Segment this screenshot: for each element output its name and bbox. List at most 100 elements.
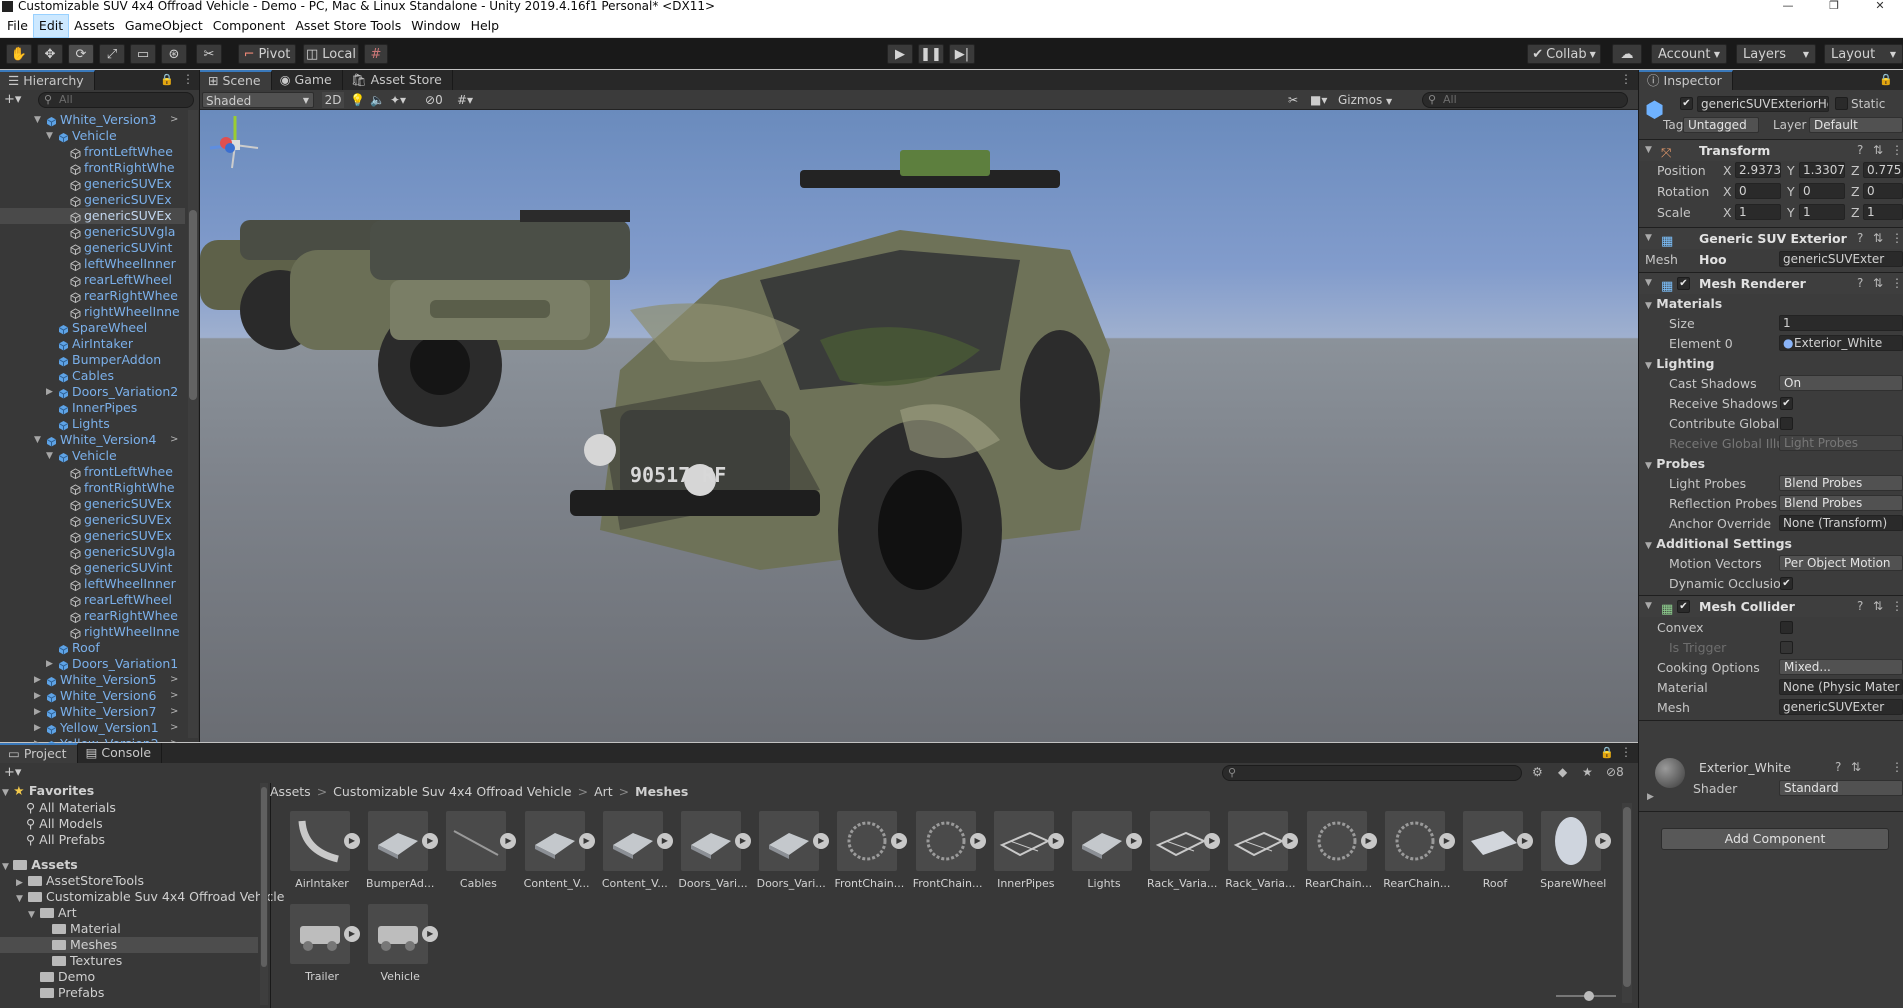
minimize-button[interactable]: —: [1765, 0, 1811, 14]
transform-tool-button[interactable]: ⊛: [161, 44, 187, 64]
asset-item[interactable]: ▶ RearChain...: [1305, 811, 1377, 891]
help-icon[interactable]: ?: [1857, 140, 1863, 161]
project-folder-row[interactable]: Meshes: [0, 937, 258, 953]
rotation-x-field[interactable]: 0: [1735, 183, 1781, 199]
asset-item[interactable]: ▶ FrontChain...: [913, 811, 986, 891]
tab-project[interactable]: ▭ Project: [0, 743, 78, 763]
lighting-toggle[interactable]: 💡: [350, 92, 365, 108]
tab-hierarchy[interactable]: ☰ Hierarchy: [0, 70, 95, 90]
shading-mode-dropdown[interactable]: Shaded ▼: [202, 92, 314, 108]
project-folder-row[interactable]: Demo: [0, 969, 258, 985]
asset-item[interactable]: ▶ Trailer: [290, 904, 360, 984]
hierarchy-row[interactable]: genericSUVEx: [0, 512, 185, 528]
collab-dropdown[interactable]: ✔ Collab ▼: [1527, 44, 1601, 64]
play-button[interactable]: ▶: [887, 44, 913, 64]
reflection-probes-dropdown[interactable]: Blend Probes: [1779, 495, 1903, 511]
expand-asset-icon[interactable]: ▶: [578, 833, 595, 849]
object-name-field[interactable]: genericSUVExteriorHo: [1697, 96, 1829, 112]
panel-divider[interactable]: [270, 783, 271, 1008]
project-folder-row[interactable]: ▼ Customizable Suv 4x4 Offroad Vehicle: [0, 889, 284, 905]
hierarchy-row[interactable]: genericSUVEx: [0, 496, 185, 512]
hierarchy-row[interactable]: rearRightWhee: [0, 288, 185, 304]
rotation-y-field[interactable]: 0: [1799, 183, 1845, 199]
asset-item[interactable]: ▶ Cables: [446, 811, 517, 891]
expand-asset-icon[interactable]: ▶: [1517, 833, 1533, 849]
breadcrumb-item-current[interactable]: Meshes: [635, 784, 688, 799]
expand-asset-icon[interactable]: ▶: [422, 926, 439, 942]
scene-viewport[interactable]: 90517 RF: [200, 110, 1638, 742]
component-menu-icon[interactable]: ⋮: [1891, 596, 1903, 617]
hierarchy-row[interactable]: frontRightWhe: [0, 160, 185, 176]
component-menu-icon[interactable]: ⋮: [1891, 228, 1903, 249]
chevron-right-icon[interactable]: >: [170, 112, 178, 128]
help-icon[interactable]: ?: [1857, 596, 1863, 617]
collider-mesh-field[interactable]: genericSUVExter: [1779, 699, 1903, 715]
layout-dropdown[interactable]: Layout ▼: [1824, 44, 1903, 64]
hierarchy-row[interactable]: genericSUVEx: [0, 176, 185, 192]
preset-icon[interactable]: ⇅: [1873, 596, 1883, 617]
expanded-arrow-icon[interactable]: ▼: [46, 128, 53, 144]
component-menu-icon[interactable]: ⋮: [1891, 273, 1903, 294]
grid-dropdown[interactable]: #▾: [457, 92, 473, 108]
lock-icon[interactable]: 🔒: [1879, 73, 1893, 86]
favorites-section[interactable]: ▼ ★ Favorites: [2, 783, 94, 799]
hierarchy-row[interactable]: ▼ White_Version3 >: [0, 112, 185, 128]
orientation-gizmo[interactable]: [200, 110, 270, 180]
asset-item[interactable]: ▶ Vehicle: [368, 904, 439, 984]
tab-asset-store[interactable]: 🛍 Asset Store: [343, 70, 453, 90]
expand-asset-icon[interactable]: ▶: [1282, 833, 1299, 849]
asset-item[interactable]: ▶ Doors_Vari...: [757, 811, 830, 891]
asset-item[interactable]: ▶ FrontChain...: [835, 811, 908, 891]
contribute-gi-checkbox[interactable]: [1780, 417, 1793, 430]
asset-item[interactable]: ▶ Doors_Vari...: [678, 811, 751, 891]
foldout-arrow-icon[interactable]: ▶: [1647, 792, 1654, 802]
hierarchy-row[interactable]: ▶ White_Version7 >: [0, 704, 185, 720]
cast-shadows-dropdown[interactable]: On: [1779, 375, 1903, 391]
hierarchy-row[interactable]: genericSUVEx: [0, 208, 185, 224]
hierarchy-row[interactable]: genericSUVEx: [0, 528, 185, 544]
mesh-filter-header[interactable]: ▼ ▦ Generic SUV Exterior Hoo ? ⇅ ⋮: [1639, 227, 1903, 267]
hidden-packages-toggle[interactable]: ⊘8: [1606, 765, 1624, 779]
hierarchy-row[interactable]: genericSUVgla: [0, 224, 185, 240]
tag-dropdown[interactable]: Untagged: [1683, 117, 1759, 133]
thumbnail-size-slider[interactable]: [1556, 991, 1616, 1001]
project-folder-row[interactable]: ▼ Art: [0, 905, 258, 921]
favorite-all-materials[interactable]: ⚲ All Materials: [26, 800, 116, 816]
convex-checkbox[interactable]: [1780, 621, 1793, 634]
expand-asset-icon[interactable]: ▶: [656, 833, 673, 849]
chevron-right-icon[interactable]: >: [170, 672, 178, 688]
asset-item[interactable]: ▶ Roof: [1463, 811, 1533, 891]
panel-menu-icon[interactable]: ⋮: [182, 72, 194, 86]
hierarchy-row[interactable]: SpareWheel: [0, 320, 185, 336]
hierarchy-row[interactable]: BumperAddon: [0, 352, 185, 368]
asset-item[interactable]: ▶ RearChain...: [1383, 811, 1455, 891]
motion-vectors-dropdown[interactable]: Per Object Motion: [1779, 555, 1903, 571]
collapsed-arrow-icon[interactable]: ▶: [46, 656, 53, 672]
menu-component[interactable]: Component: [208, 15, 291, 37]
expand-asset-icon[interactable]: ▶: [344, 833, 360, 849]
close-button[interactable]: ✕: [1857, 0, 1903, 14]
asset-item[interactable]: ▶ BumperAd...: [366, 811, 439, 891]
receive-shadows-checkbox[interactable]: ✔: [1780, 397, 1793, 410]
hand-tool-button[interactable]: ✋: [6, 44, 32, 64]
hierarchy-row[interactable]: rearLeftWheel: [0, 272, 185, 288]
account-dropdown[interactable]: Account ▼: [1651, 44, 1727, 64]
hierarchy-row[interactable]: ▶ Yellow_Version1 >: [0, 720, 185, 736]
scrollbar-thumb[interactable]: [261, 787, 267, 967]
expand-asset-icon[interactable]: ▶: [1360, 833, 1377, 849]
scale-z-field[interactable]: 1: [1863, 204, 1903, 220]
collapsed-arrow-icon[interactable]: ▶: [34, 704, 41, 720]
move-tool-button[interactable]: ✥: [37, 44, 63, 64]
tab-console[interactable]: ▤ Console: [78, 743, 163, 763]
local-toggle[interactable]: ◫ Local: [303, 44, 359, 64]
expand-asset-icon[interactable]: ▶: [1047, 833, 1064, 849]
chevron-right-icon[interactable]: >: [170, 688, 178, 704]
scale-y-field[interactable]: 1: [1799, 204, 1845, 220]
hierarchy-row[interactable]: frontRightWhe: [0, 480, 185, 496]
tab-inspector[interactable]: ⓘ Inspector: [1639, 70, 1733, 90]
static-checkbox[interactable]: [1835, 97, 1848, 110]
tab-game[interactable]: ◉ Game: [272, 70, 343, 90]
transform-header[interactable]: ▼ ⤧ Transform ? ⇅ ⋮: [1639, 139, 1903, 161]
collapsed-arrow-icon[interactable]: ▶: [34, 688, 41, 704]
hierarchy-row[interactable]: genericSUVEx: [0, 192, 185, 208]
